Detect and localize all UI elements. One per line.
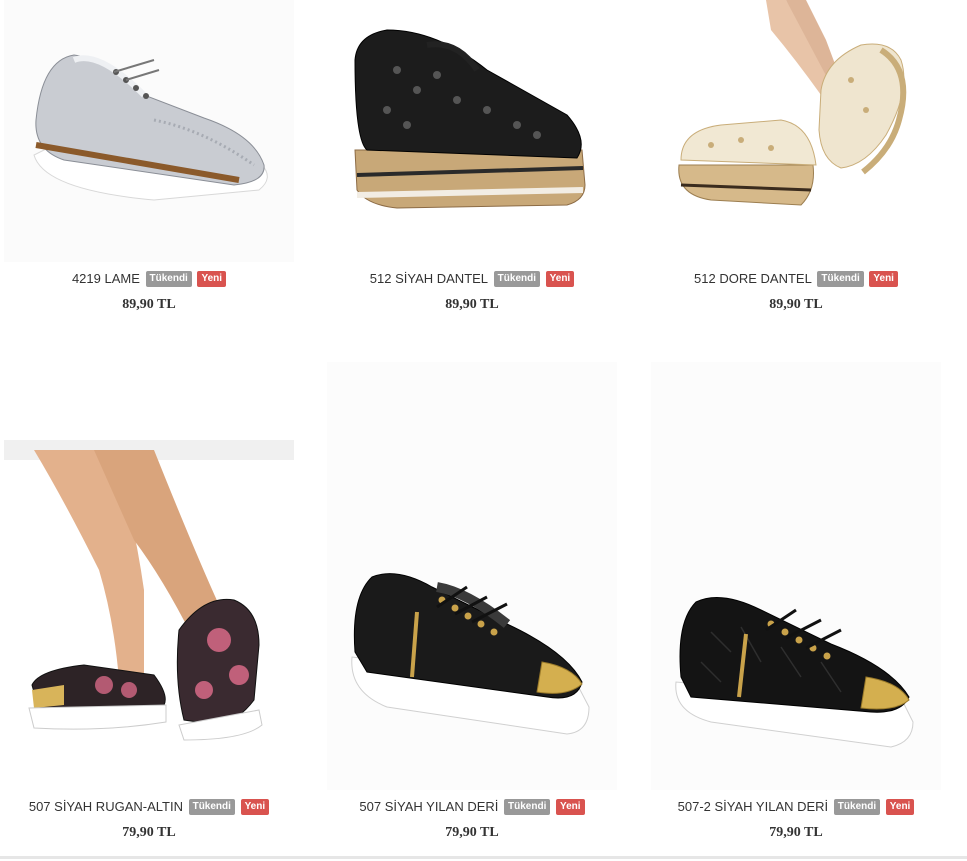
product-image[interactable] <box>327 362 617 790</box>
product-grid: 4219 LAME Tükendi Yeni 89,90 TL 512 SİYA… <box>0 0 967 861</box>
new-badge: Yeni <box>556 798 585 815</box>
sold-out-badge: Tükendi <box>817 270 864 287</box>
new-badge: Yeni <box>869 270 898 287</box>
new-badge: Yeni <box>197 270 227 287</box>
product-image[interactable] <box>327 0 617 262</box>
product-title-row: 512 DORE DANTEL Tükendi Yeni <box>651 270 941 287</box>
product-price: 79,90 TL <box>769 825 823 840</box>
gold-lace-espadrille-shoe-icon <box>651 0 941 262</box>
floral-sneaker-on-leg-icon <box>4 440 294 790</box>
product-image[interactable] <box>651 0 941 262</box>
product-price: 79,90 TL <box>122 825 176 840</box>
black-snake-sneaker-icon <box>327 362 617 790</box>
silver-brogue-shoe-icon <box>4 0 294 262</box>
product-price: 89,90 TL <box>122 297 176 312</box>
sold-out-badge: Tükendi <box>833 798 881 815</box>
product-name[interactable]: 4219 LAME <box>72 271 140 286</box>
sold-out-badge: Tükendi <box>493 270 541 287</box>
product-title-row: 4219 LAME Tükendi Yeni <box>4 270 294 287</box>
product-image[interactable] <box>4 0 294 262</box>
new-badge: Yeni <box>545 270 575 287</box>
product-price: 89,90 TL <box>445 297 499 312</box>
product-title-row: 507-2 SİYAH YILAN DERİ Tükendi Yeni <box>651 798 941 815</box>
product-name[interactable]: 507-2 SİYAH YILAN DERİ <box>678 799 829 814</box>
new-badge: Yeni <box>885 798 915 815</box>
product-price: 79,90 TL <box>445 825 499 840</box>
new-badge: Yeni <box>240 798 270 815</box>
product-name[interactable]: 507 SİYAH RUGAN-ALTIN <box>29 799 183 814</box>
sold-out-badge: Tükendi <box>145 270 192 287</box>
black-croc-sneaker-icon <box>651 362 941 790</box>
product-image[interactable] <box>4 440 294 790</box>
product-title-row: 512 SİYAH DANTEL Tükendi Yeni <box>327 270 617 287</box>
product-name[interactable]: 507 SİYAH YILAN DERİ <box>359 799 498 814</box>
product-image[interactable] <box>651 362 941 790</box>
sold-out-badge: Tükendi <box>504 798 551 815</box>
product-title-row: 507 SİYAH YILAN DERİ Tükendi Yeni <box>327 798 617 815</box>
product-title-row: 507 SİYAH RUGAN-ALTIN Tükendi Yeni <box>4 798 294 815</box>
sold-out-badge: Tükendi <box>188 798 235 815</box>
black-lace-espadrille-shoe-icon <box>327 0 617 262</box>
page-divider <box>0 856 967 859</box>
product-name[interactable]: 512 DORE DANTEL <box>694 271 812 286</box>
product-price: 89,90 TL <box>769 297 823 312</box>
product-name[interactable]: 512 SİYAH DANTEL <box>370 271 488 286</box>
